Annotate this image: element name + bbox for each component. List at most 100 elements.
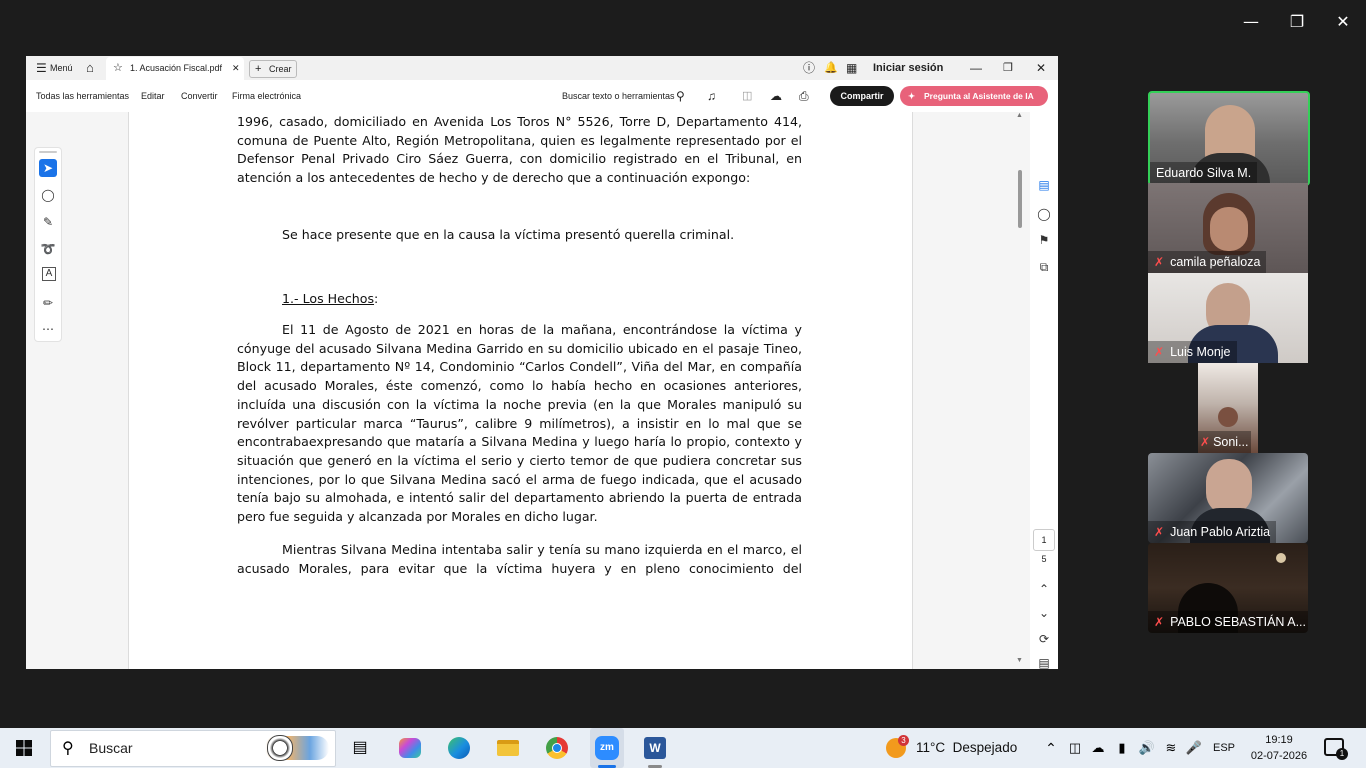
taskbar: ⚲ Buscar ▤ zm W 3 11°C Despejado ⌃ ◫ ☁ ▮… [0,728,1366,768]
restore-button[interactable]: ❐ [1274,8,1320,36]
show-hidden-icons[interactable]: ⌃ [1042,728,1060,768]
weather-widget[interactable]: 3 11°C Despejado [884,728,1024,768]
onedrive-icon[interactable]: ☁ [1089,728,1107,768]
muted-mic-icon: ✗ [1154,345,1165,359]
text-line: encontrabaexpresando que mataría a Silva… [237,434,802,450]
toolbar-convert[interactable]: Convertir [181,80,218,112]
share-label: Compartir [840,91,884,101]
zoom-app-icon[interactable]: zm [590,728,624,768]
clock[interactable]: 19:19 02-07-2026 [1244,732,1314,764]
new-tab-button[interactable]: + Crear [249,60,297,78]
page-up-icon[interactable]: ⌃ [1035,580,1053,598]
participant-name: ✗ Soni... [1198,431,1251,453]
participant-tile[interactable]: ✗ Luis Monje [1148,273,1308,363]
participant-name: Eduardo Silva M. [1150,162,1258,184]
participant-tile[interactable]: ✗ Soni... [1198,363,1258,453]
toolbar-e-signature[interactable]: Firma electrónica [232,80,301,112]
upload-cloud-icon[interactable]: ☁ [770,80,782,112]
text-line: cónyuge del acusado Silvana Medina Garri… [237,340,802,356]
battery-icon[interactable]: ▮ [1112,728,1132,768]
bell-icon[interactable]: 🔔 [824,56,838,80]
toolbar-all-tools[interactable]: Todas las herramientas [36,80,129,112]
text-box-icon[interactable]: A [42,267,56,281]
star-icon[interactable]: ☆ [113,56,123,80]
scroll-thumb[interactable] [1018,170,1022,228]
window-close-icon[interactable]: ✕ [1036,56,1046,80]
video-feed [1210,207,1248,251]
tab-close-icon[interactable]: ✕ [232,56,240,80]
text-line: 1996, casado, domiciliado en Avenida Los… [237,114,802,129]
toolbar-edit[interactable]: Editar [141,80,165,112]
menu-button[interactable]: Menú [50,56,73,80]
vertical-scrollbar[interactable]: ▲ ▼ [1014,112,1026,669]
menu-icon[interactable]: ☰ [36,56,47,80]
sign-icon[interactable]: ✏ [39,294,57,312]
apps-grid-icon[interactable]: ▦ [846,56,857,80]
participant-tile[interactable]: ✗ camila peñaloza [1148,183,1308,273]
window-minimize-icon[interactable]: — [970,56,982,80]
acrobat-window: ☰ Menú ⌂ ☆ 1. Acusación Fiscal.pdf ✕ + C… [26,56,1058,669]
headphones-icon[interactable]: ♫ [707,80,716,112]
bookmark-icon[interactable]: ⚑ [1035,231,1053,249]
summary-icon[interactable]: ▤ [1035,176,1053,194]
scroll-down-arrow[interactable]: ▼ [1016,657,1023,664]
usb-icon[interactable]: ◫ [1066,728,1084,768]
comments-icon[interactable]: ◯ [1035,205,1053,223]
page-settings-icon[interactable]: ▤ [1035,654,1053,669]
paragraph-mientras: Mientras Silvana Medina intentaba salir … [237,541,802,578]
save-icon[interactable]: ◫ [742,80,752,112]
clock-date: 02-07-2026 [1250,750,1308,762]
window-restore-icon[interactable]: ❐ [1003,56,1013,80]
ai-assistant-button[interactable]: ✦ Pregunta al Asistente de IA [900,86,1048,106]
video-feed [1218,407,1238,427]
new-tab-label: Crear [269,64,292,74]
select-cursor-icon[interactable]: ➤ [39,159,57,177]
volume-icon[interactable]: 🔊 [1137,728,1157,768]
search-icon[interactable]: ⚲ [676,80,685,112]
signin-button[interactable]: Iniciar sesión [873,56,943,80]
paragraph-querella: Se hace presente que en la causa la víct… [282,226,802,245]
participant-name: ✗ camila peñaloza [1148,251,1267,273]
page-down-icon[interactable]: ⌄ [1035,604,1053,622]
refresh-icon[interactable]: ⟳ [1035,630,1053,648]
scroll-up-arrow[interactable]: ▲ [1016,112,1023,119]
language-indicator[interactable]: ESP [1210,728,1238,768]
comment-icon[interactable]: ◯ [39,186,57,204]
share-button[interactable]: Compartir [830,86,894,106]
participant-tile[interactable]: ✗ Juan Pablo Ariztia [1148,453,1308,543]
weather-text: 11°C Despejado [916,740,1018,755]
print-icon[interactable]: ⎙ [799,80,809,112]
plus-icon: + [255,63,262,75]
heading-colon: : [374,291,379,306]
participant-tile[interactable]: ✗ PABLO SEBASTIÁN A... [1148,543,1308,633]
minimize-button[interactable]: — [1228,8,1274,36]
pen-icon[interactable]: ✎ [39,213,57,231]
edge-browser-icon[interactable] [445,728,473,768]
copy-pages-icon[interactable]: ⧉ [1035,258,1053,276]
page-number-box[interactable]: 1 [1033,529,1055,551]
microphone-icon[interactable]: 🎤 [1185,728,1203,768]
participant-tile[interactable]: Eduardo Silva M. [1148,91,1310,186]
muted-mic-icon: ✗ [1154,525,1165,539]
taskbar-search[interactable]: ⚲ Buscar [50,730,336,767]
paragraph-hechos: El 11 de Agosto de 2021 en horas de la m… [237,321,802,527]
more-tools-icon[interactable]: ⋯ [39,320,57,338]
text-line: intenciones, por lo que Silvana Medina s… [237,471,802,487]
word-app-icon[interactable]: W [641,728,669,768]
tab-document[interactable]: ☆ 1. Acusación Fiscal.pdf ✕ [106,57,244,80]
lasso-icon[interactable]: ➰ [39,240,57,258]
video-feed [1276,553,1286,563]
text-line: pero fue seguida y alcanzada por Morales… [237,509,598,525]
help-icon[interactable]: ⓘ [803,56,815,80]
network-icon[interactable]: ≋ [1161,728,1181,768]
file-explorer-icon[interactable] [494,728,522,768]
task-view-icon[interactable]: ▤ [346,728,374,768]
start-windows-icon[interactable] [10,728,38,768]
home-icon[interactable]: ⌂ [86,56,94,80]
search-placeholder: Buscar [89,740,133,756]
copilot-icon[interactable] [396,728,424,768]
close-button[interactable]: ✕ [1320,8,1366,36]
text-line: del acusado Morales, éste comenzó, como … [237,378,802,394]
chrome-browser-icon[interactable] [543,728,571,768]
search-tools-input[interactable]: Buscar texto o herramientas [562,80,675,112]
